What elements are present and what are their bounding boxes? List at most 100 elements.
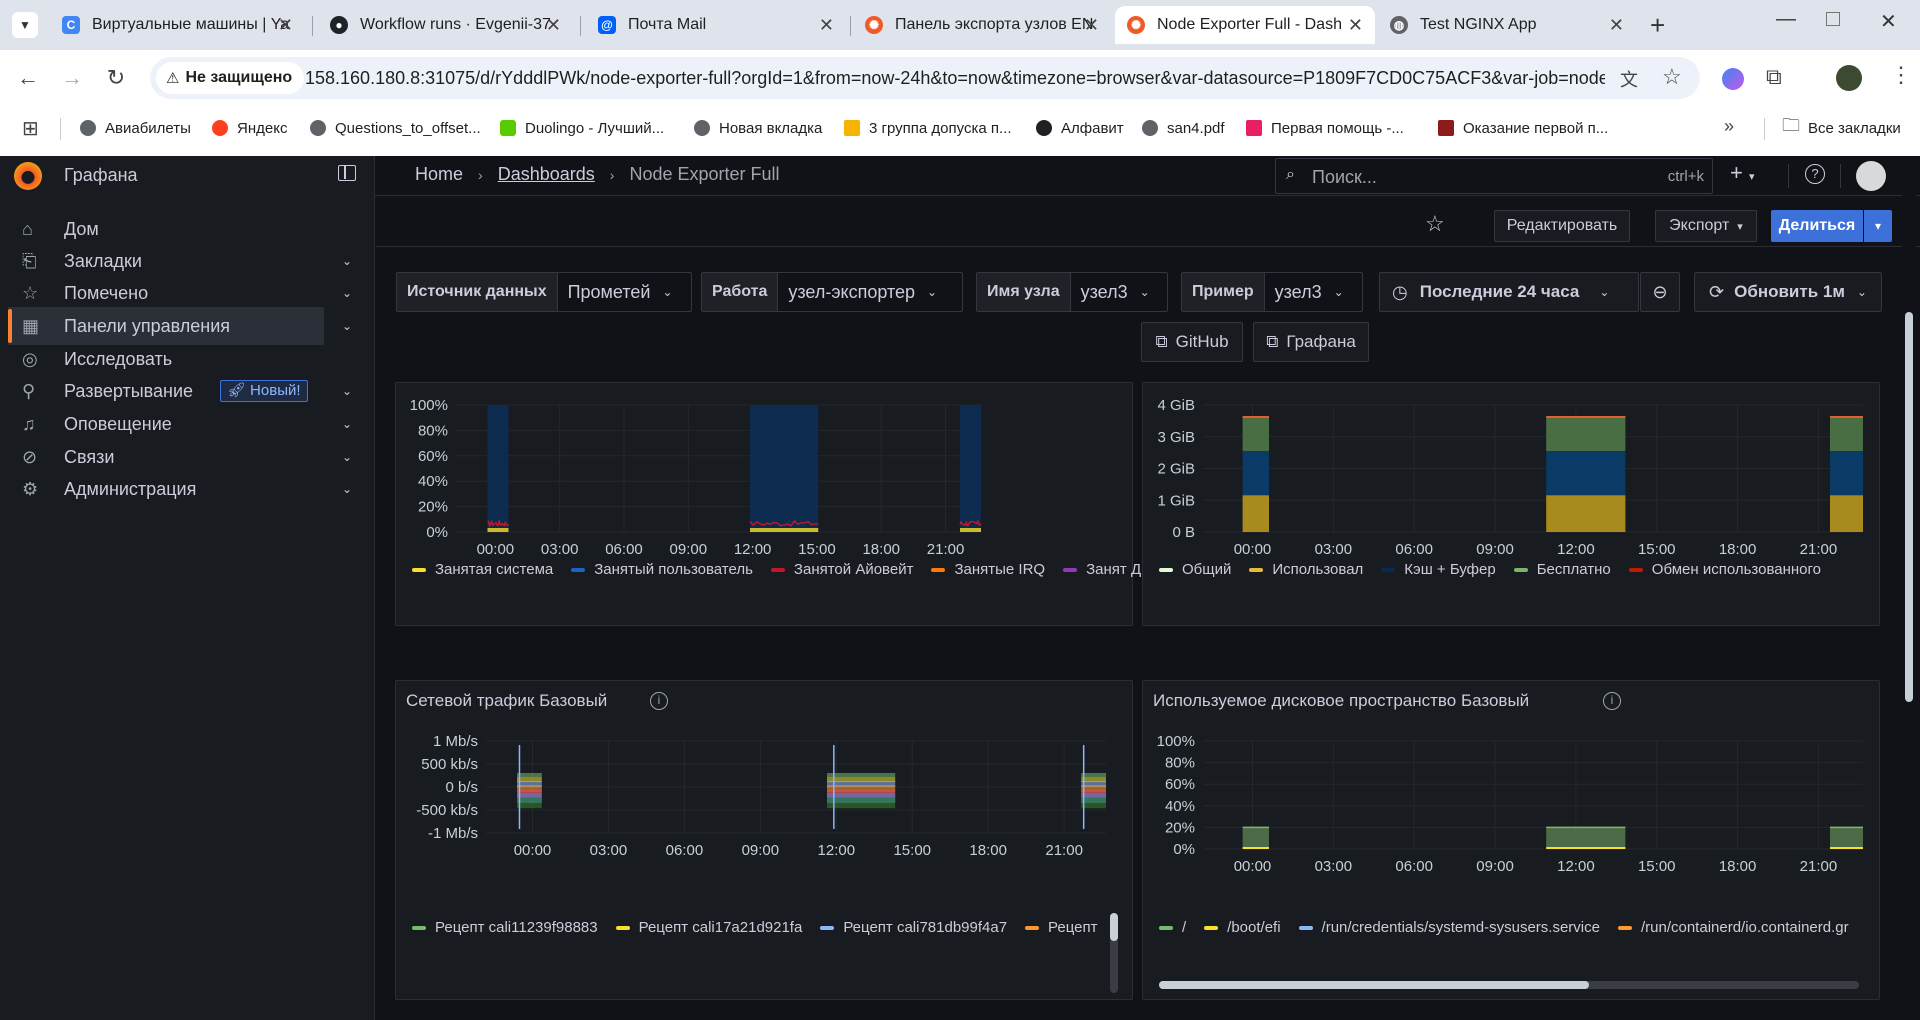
export-button[interactable]: Экспорт ▾ <box>1655 210 1757 242</box>
bookmark-item[interactable]: Оказание первой п... <box>1438 114 1608 142</box>
extensions-icon[interactable]: ⧉ <box>1766 64 1782 90</box>
restore-icon[interactable] <box>1826 12 1840 26</box>
close-icon[interactable]: ✕ <box>1348 15 1363 36</box>
profile-avatar[interactable] <box>1836 65 1862 91</box>
close-icon[interactable]: ✕ <box>278 15 293 36</box>
chevron-right-icon: › <box>609 167 615 183</box>
new-tab-icon[interactable]: + <box>1650 10 1665 41</box>
search-input[interactable]: ⌕ Поиск... ctrl+k <box>1275 158 1713 194</box>
grafana-link[interactable]: ⧉ Графана <box>1253 322 1369 362</box>
forward-icon[interactable]: → <box>56 62 88 94</box>
bookmark-item[interactable]: Новая вкладка <box>694 114 822 142</box>
legend-item[interactable]: Занятая система <box>412 555 553 584</box>
user-avatar[interactable] <box>1856 161 1886 191</box>
legend-swatch <box>1628 567 1643 572</box>
variable-job[interactable]: Работа узел-экспортер ⌄ <box>701 272 963 312</box>
browser-tab-active[interactable]: ✺ Node Exporter Full - Dash ✕ <box>1115 6 1375 44</box>
close-icon[interactable]: ✕ <box>546 15 561 36</box>
sidebar-item-administration[interactable]: ⚙ Администрация ⌄ <box>8 470 352 508</box>
legend-h-scrollbar[interactable] <box>1159 981 1859 989</box>
breadcrumb-home[interactable]: Home <box>415 164 463 184</box>
variable-nodename[interactable]: Имя узла узел3 ⌄ <box>976 272 1168 312</box>
dock-menu-icon[interactable] <box>338 165 356 181</box>
translate-icon[interactable]: 文 <box>1620 66 1638 92</box>
legend-item[interactable]: Рецепт cali781db99f4a7 <box>820 913 1007 942</box>
legend-item[interactable]: Кэш + Буфер <box>1381 555 1496 584</box>
close-icon[interactable]: ✕ <box>1084 15 1099 36</box>
close-window-icon[interactable]: ✕ <box>1880 9 1897 34</box>
chevron-down-icon[interactable]: ⌄ <box>342 417 352 431</box>
browser-tab[interactable]: ✺ Панель экспорта узлов EN ✕ <box>853 6 1111 44</box>
chevron-down-icon[interactable]: ⌄ <box>342 450 352 464</box>
breadcrumb-dashboards[interactable]: Dashboards <box>498 164 595 184</box>
bookmark-item[interactable]: Яндекс <box>212 114 287 142</box>
more-bookmarks-icon[interactable]: » <box>1724 116 1734 137</box>
security-chip[interactable]: ⚠ Не защищено <box>156 62 305 94</box>
browser-tab[interactable]: ● Workflow runs · Evgenii-37 ✕ <box>318 6 573 44</box>
share-button[interactable]: Делиться <box>1771 210 1863 242</box>
grafana-icon: ✺ <box>865 16 883 34</box>
close-icon[interactable]: ✕ <box>819 15 834 36</box>
bookmark-item[interactable]: Первая помощь -... <box>1246 114 1404 142</box>
y-tick-label: 4 GiB <box>1157 397 1195 414</box>
close-icon[interactable]: ✕ <box>1609 15 1624 36</box>
bookmark-item[interactable]: Duolingo - Лучший... <box>500 114 664 142</box>
bookmark-item[interactable]: Алфавит <box>1036 114 1124 142</box>
legend-item[interactable]: /run/credentials/systemd-sysusers.servic… <box>1298 913 1600 942</box>
legend-item[interactable]: /boot/efi <box>1204 913 1281 942</box>
help-icon[interactable]: ? <box>1805 164 1825 184</box>
legend-item[interactable]: /run/containerd/io.containerd.grpc.v1.cr… <box>1617 913 1849 942</box>
variable-instance[interactable]: Пример узел3 ⌄ <box>1181 272 1363 312</box>
chevron-down-icon[interactable]: ⌄ <box>342 482 352 496</box>
bookmark-item[interactable]: Questions_to_offset... <box>310 114 481 142</box>
browser-tab[interactable]: @ Почта Mail ✕ <box>586 6 846 44</box>
share-dropdown-button[interactable]: ▾ <box>1864 210 1892 242</box>
address-bar[interactable]: ⚠ Не защищено 158.160.180.8:31075/d/rYdd… <box>150 57 1700 99</box>
extension-gemini-icon[interactable] <box>1722 68 1744 90</box>
variable-datasource[interactable]: Источник данных Прометей ⌄ <box>396 272 692 312</box>
legend-item[interactable]: Обмен использованного <box>1628 555 1821 584</box>
area-free <box>1830 417 1863 451</box>
zoom-out-button[interactable]: ⊖ <box>1640 272 1680 312</box>
refresh-button[interactable]: ⟳ Обновить 1м ⌄ <box>1694 272 1882 312</box>
time-range-picker[interactable]: ◷ Последние 24 часа ⌄ <box>1379 272 1639 312</box>
legend-item[interactable]: Бесплатно <box>1513 555 1611 584</box>
legend-item[interactable]: Рецепт cali17a21d921fa <box>615 913 802 942</box>
menu-icon[interactable]: ⋮ <box>1890 62 1912 88</box>
legend-item[interactable]: Занятой Айовейт <box>770 555 913 584</box>
legend-swatch <box>1298 925 1313 930</box>
folder-icon: 🗀 <box>1782 115 1800 135</box>
bookmark-item[interactable]: Авиабилеты <box>80 114 191 142</box>
all-bookmarks[interactable]: 🗀 Все закладки <box>1782 114 1901 142</box>
apps-icon[interactable]: ⊞ <box>22 116 39 141</box>
browser-tab[interactable]: C Виртуальные машины | Ya ✕ <box>50 6 305 44</box>
star-dashboard-icon[interactable]: ☆ <box>1425 211 1445 237</box>
browser-tab[interactable]: ◍ Test NGINX App ✕ <box>1378 6 1636 44</box>
back-icon[interactable]: ← <box>12 62 44 94</box>
bookmark-item[interactable]: san4.pdf <box>1142 114 1225 142</box>
legend-item[interactable]: Использовал <box>1249 555 1363 584</box>
bookmark-item[interactable]: 3 группа допуска п... <box>844 114 1012 142</box>
legend-item[interactable]: Занятые IRQ <box>931 555 1045 584</box>
edit-button[interactable]: Редактировать <box>1494 210 1630 242</box>
legend-item[interactable]: Занятый пользователь <box>571 555 753 584</box>
legend-item[interactable]: / <box>1159 913 1186 942</box>
page-scrollbar[interactable] <box>1902 156 1916 1020</box>
chevron-down-icon[interactable]: ⌄ <box>342 384 352 398</box>
y-tick-label: 0 B <box>1172 524 1195 541</box>
reload-icon[interactable]: ↻ <box>100 62 132 94</box>
chevron-down-icon[interactable]: ⌄ <box>342 254 352 268</box>
legend-item[interactable]: Рецепт cali11239f98883 <box>412 913 598 942</box>
tab-search-button[interactable]: ▼ <box>12 12 38 38</box>
chevron-down-icon[interactable]: ⌄ <box>342 286 352 300</box>
github-link[interactable]: ⧉ GitHub <box>1141 322 1243 362</box>
minimize-icon[interactable]: — <box>1776 8 1796 31</box>
info-icon[interactable]: i <box>1603 692 1621 710</box>
legend-scrollbar[interactable] <box>1110 913 1118 993</box>
info-icon[interactable]: i <box>650 692 668 710</box>
new-icon[interactable]: + ▾ <box>1730 160 1755 186</box>
chevron-down-icon[interactable]: ⌄ <box>342 319 352 333</box>
legend-item[interactable]: Общий <box>1159 555 1231 584</box>
star-icon[interactable]: ☆ <box>1662 64 1682 90</box>
legend-item[interactable]: Рецепт cali8bac6c0ff3f <box>1025 913 1102 942</box>
